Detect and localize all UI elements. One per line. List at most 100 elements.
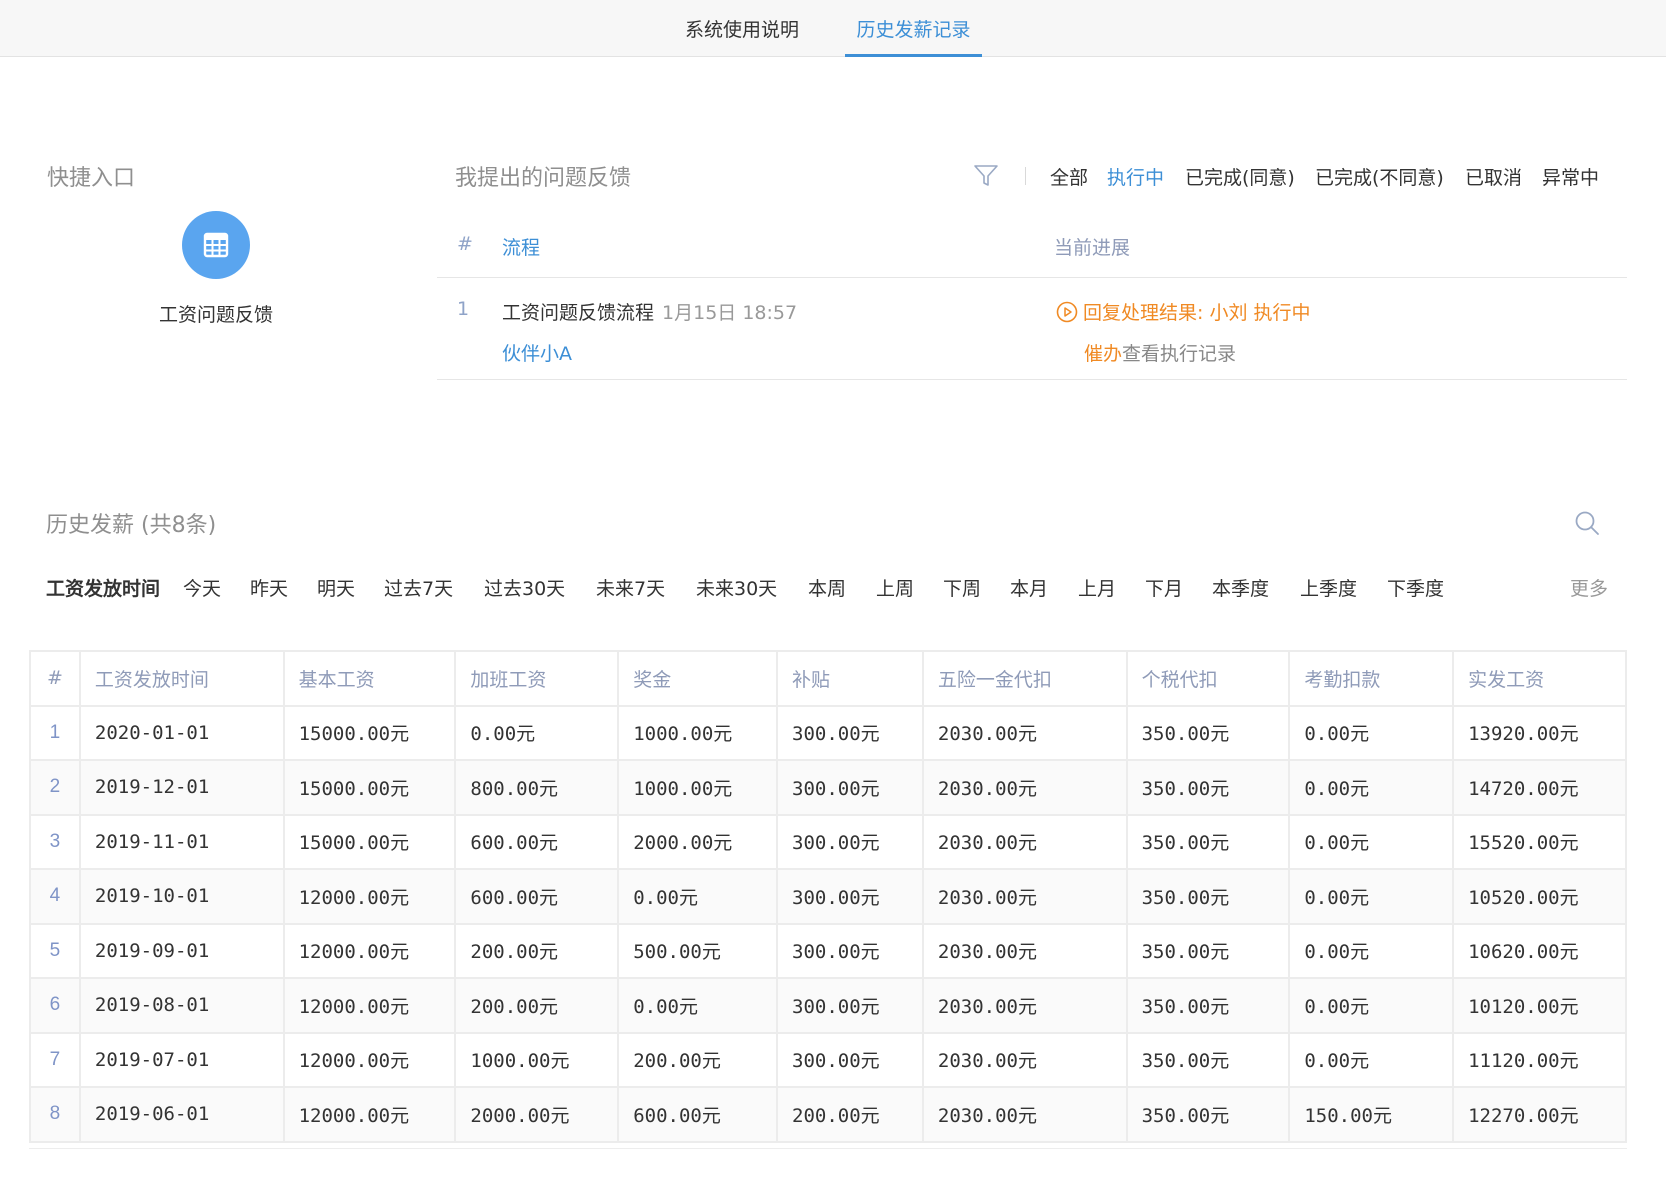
table-row[interactable]: 4 2019-10-01 12000.00元 600.00元 0.00元 300.00元 2…: [29, 868, 1627, 925]
flow-user-link[interactable]: 伙伴小A: [502, 339, 572, 366]
date-filter-option[interactable]: 本周: [808, 574, 846, 601]
table-cell: 2019-12-01: [78, 759, 285, 816]
table-row[interactable]: 5 2019-09-01 12000.00元 200.00元 500.00元 300.00…: [29, 922, 1627, 979]
row-index-cell: 6: [29, 977, 81, 1034]
column-header[interactable]: 考勤扣款: [1288, 650, 1455, 707]
table-cell: 2019-07-01: [78, 1031, 285, 1088]
table-cell: 1000.00元: [617, 704, 779, 761]
date-filter-option[interactable]: 下周: [943, 574, 981, 601]
table-cell: 15520.00元: [1452, 813, 1627, 870]
flow-title: 工资问题反馈流程: [502, 302, 655, 324]
date-filter-option[interactable]: 上周: [876, 574, 914, 601]
view-log-link[interactable]: 查看执行记录: [1122, 343, 1236, 365]
filter-completed-agree[interactable]: 已完成(同意): [1185, 163, 1295, 190]
column-header[interactable]: 补贴: [776, 650, 924, 707]
table-cell: 0.00元: [454, 704, 620, 761]
table-cell: 150.00元: [1288, 1086, 1455, 1143]
date-filter-option[interactable]: 未来7天: [596, 574, 665, 601]
table-cell: 0.00元: [1288, 868, 1455, 925]
table-row[interactable]: 7 2019-07-01 12000.00元 1000.00元 200.00元 300.0…: [29, 1031, 1627, 1088]
date-filter-option[interactable]: 本月: [1010, 574, 1048, 601]
urge-button[interactable]: 催办: [1084, 343, 1122, 365]
table-row[interactable]: 1 2020-01-01 15000.00元 0.00元 1000.00元 300.00元…: [29, 704, 1627, 761]
tab-salary-history[interactable]: 历史发薪记录: [845, 0, 982, 57]
date-filter-option[interactable]: 本季度: [1212, 574, 1269, 601]
row-index: 1: [457, 298, 470, 320]
table-cell: 200.00元: [454, 922, 620, 979]
table-cell: 800.00元: [454, 759, 620, 816]
column-header[interactable]: 五险一金代扣: [921, 650, 1128, 707]
table-cell: 2019-11-01: [78, 813, 285, 870]
table-cell: 200.00元: [617, 1031, 779, 1088]
header-index: #: [457, 233, 473, 255]
search-icon[interactable]: [1573, 509, 1601, 537]
table-cell: 10620.00元: [1452, 922, 1627, 979]
filter-cancelled[interactable]: 已取消: [1465, 163, 1522, 190]
table-cell: 350.00元: [1125, 922, 1291, 979]
date-filter-option[interactable]: 未来30天: [696, 574, 777, 601]
date-filter-option[interactable]: 过去30天: [484, 574, 565, 601]
table-cell: 2000.00元: [454, 1086, 620, 1143]
table-cell: 350.00元: [1125, 1086, 1291, 1143]
filter-in-progress[interactable]: 执行中: [1107, 163, 1164, 190]
table-cell: 2030.00元: [921, 704, 1128, 761]
table-cell: 2030.00元: [921, 922, 1128, 979]
date-filter-option[interactable]: 上季度: [1300, 574, 1357, 601]
column-header[interactable]: 工资发放时间: [78, 650, 285, 707]
filter-completed-disagree[interactable]: 已完成(不同意): [1315, 163, 1444, 190]
divider: [1025, 167, 1026, 185]
filter-icon[interactable]: [973, 163, 999, 189]
table-row[interactable]: 6 2019-08-01 12000.00元 200.00元 0.00元 300.00元 2…: [29, 977, 1627, 1034]
status-text: 回复处理结果: 小刘 执行中: [1083, 302, 1311, 324]
column-header[interactable]: 基本工资: [282, 650, 457, 707]
column-header[interactable]: 个税代扣: [1125, 650, 1291, 707]
more-filters-button[interactable]: 更多: [1570, 574, 1608, 601]
column-header[interactable]: 奖金: [617, 650, 779, 707]
row-actions: 催办查看执行记录: [1084, 339, 1236, 366]
date-filter-option[interactable]: 明天: [317, 574, 355, 601]
column-header[interactable]: 加班工资: [454, 650, 620, 707]
salary-feedback-entry-label[interactable]: 工资问题反馈: [140, 300, 292, 327]
table-cell: 300.00元: [776, 922, 924, 979]
table-cell: 350.00元: [1125, 704, 1291, 761]
table-cell: 300.00元: [776, 977, 924, 1034]
table-cell: 1000.00元: [617, 759, 779, 816]
column-header[interactable]: 实发工资: [1452, 650, 1627, 707]
table-cell: 12000.00元: [282, 868, 457, 925]
table-cell: 200.00元: [776, 1086, 924, 1143]
table-row[interactable]: 2 2019-12-01 15000.00元 800.00元 1000.00元 300.0…: [29, 759, 1627, 816]
divider: [29, 1148, 1627, 1149]
table-cell: 2019-08-01: [78, 977, 285, 1034]
table-cell: 2019-09-01: [78, 922, 285, 979]
table-cell: 0.00元: [617, 977, 779, 1034]
table-row[interactable]: 8 2019-06-01 12000.00元 2000.00元 600.00元 200.0…: [29, 1086, 1627, 1143]
table-row[interactable]: 3 2019-11-01 15000.00元 600.00元 2000.00元 300.0…: [29, 813, 1627, 870]
row-index-cell: 8: [29, 1086, 81, 1143]
date-filter-option[interactable]: 过去7天: [384, 574, 453, 601]
column-header: #: [29, 650, 81, 707]
table-cell: 2020-01-01: [78, 704, 285, 761]
filter-label: 工资发放时间: [46, 578, 161, 600]
table-cell: 1000.00元: [454, 1031, 620, 1088]
date-filter-option[interactable]: 昨天: [250, 574, 288, 601]
date-filter-option[interactable]: 上月: [1078, 574, 1116, 601]
table-cell: 2030.00元: [921, 868, 1128, 925]
table-cell: 0.00元: [1288, 813, 1455, 870]
tab-system-guide[interactable]: 系统使用说明: [672, 0, 812, 57]
table-icon: [203, 232, 229, 258]
row-index-cell: 1: [29, 704, 81, 761]
table-cell: 2030.00元: [921, 1086, 1128, 1143]
row-index-cell: 4: [29, 868, 81, 925]
progress-status: 回复处理结果: 小刘 执行中: [1056, 298, 1310, 325]
header-flow[interactable]: 流程: [502, 233, 540, 260]
top-tab-bar: 系统使用说明 历史发薪记录: [0, 0, 1666, 57]
date-filter-option[interactable]: 今天: [183, 574, 221, 601]
flow-name[interactable]: 工资问题反馈流程 1月15日 18:57: [502, 298, 797, 325]
table-cell: 350.00元: [1125, 759, 1291, 816]
date-filter-option[interactable]: 下月: [1145, 574, 1183, 601]
filter-abnormal[interactable]: 异常中: [1542, 163, 1599, 190]
table-cell: 300.00元: [776, 759, 924, 816]
date-filter-option[interactable]: 下季度: [1387, 574, 1444, 601]
filter-all[interactable]: 全部: [1050, 163, 1088, 190]
salary-feedback-entry-button[interactable]: [182, 211, 250, 279]
